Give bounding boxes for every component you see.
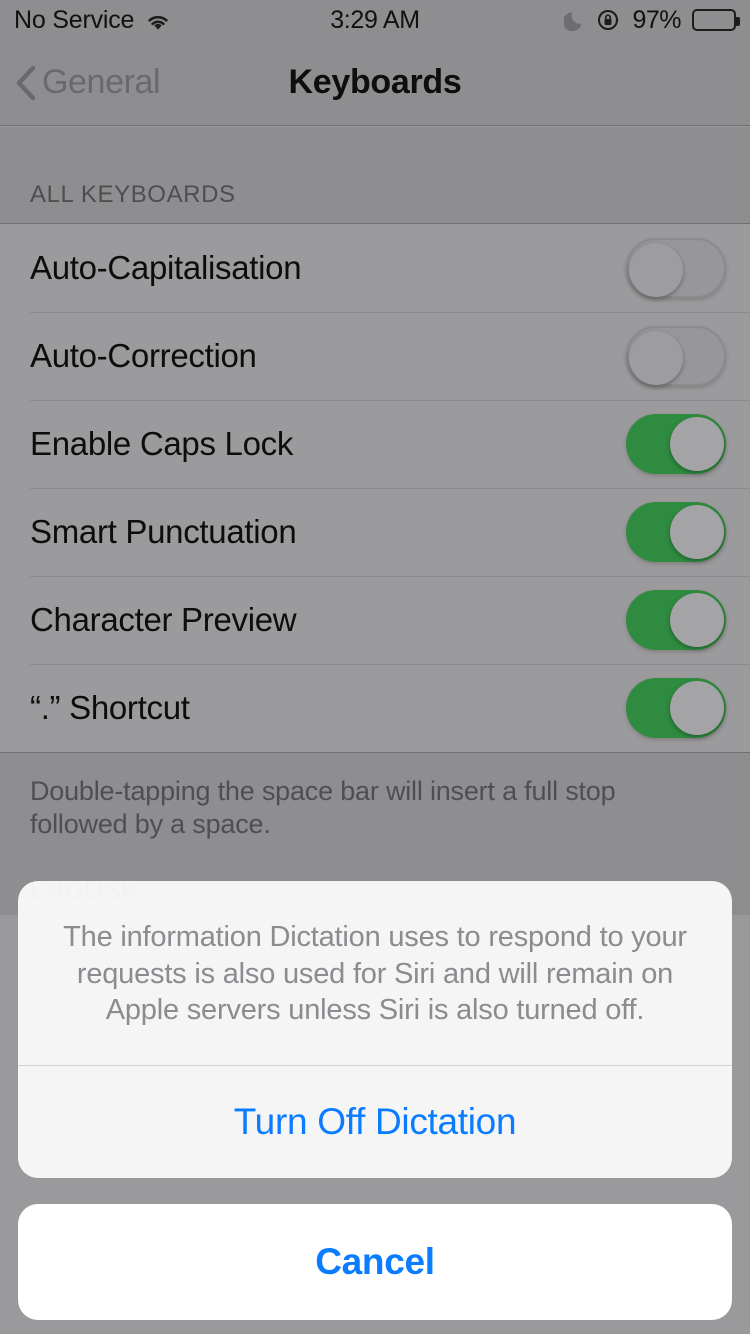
toggle-knob [629,243,683,297]
row-label: “.” Shortcut [30,689,190,726]
toggle-knob [670,681,724,735]
battery-percent-label: 97% [632,5,681,34]
toggle-period-shortcut[interactable] [626,678,726,738]
row-label: Auto-Capitalisation [30,249,302,286]
rotation-lock-icon [597,8,621,32]
toggle-character-preview[interactable] [626,590,726,650]
status-bar-left: No Service [14,6,171,35]
all-keyboards-list: Auto-Capitalisation Auto-Correction Enab… [0,223,750,753]
row-auto-correction[interactable]: Auto-Correction [0,312,750,400]
toggle-knob [670,593,724,647]
toggle-smart-punctuation[interactable] [626,502,726,562]
row-label: Character Preview [30,601,297,638]
section-footer-note: Double-tapping the space bar will insert… [0,753,750,841]
chevron-left-icon [14,63,36,103]
row-label: Auto-Correction [30,337,257,374]
status-bar: No Service 3:29 AM 97% [0,0,750,40]
toggle-enable-caps-lock[interactable] [626,414,726,474]
toggle-auto-correction[interactable] [626,326,726,386]
battery-icon [692,9,740,31]
row-label: Enable Caps Lock [30,425,294,462]
wifi-icon [145,10,171,30]
row-label: Smart Punctuation [30,513,297,550]
action-sheet-message: The information Dictation uses to respon… [63,921,687,1027]
action-sheet: The information Dictation uses to respon… [18,881,732,1320]
toggle-auto-capitalisation[interactable] [626,238,726,298]
toggle-knob [629,331,683,385]
row-period-shortcut[interactable]: “.” Shortcut [0,664,750,752]
turn-off-dictation-button[interactable]: Turn Off Dictation [18,1066,732,1178]
navigation-bar: General Keyboards [0,40,750,126]
row-enable-caps-lock[interactable]: Enable Caps Lock [0,400,750,488]
toggle-knob [670,505,724,559]
back-button-general[interactable]: General [0,63,161,103]
status-bar-right: 97% [563,5,740,35]
back-button-label: General [42,63,161,101]
do-not-disturb-moon-icon [563,9,586,32]
carrier-label: No Service [14,5,135,34]
row-auto-capitalisation[interactable]: Auto-Capitalisation [0,224,750,312]
row-character-preview[interactable]: Character Preview [0,576,750,664]
toggle-knob [670,417,724,471]
action-sheet-main-card: The information Dictation uses to respon… [18,881,732,1178]
section-header-all-keyboards: ALL KEYBOARDS [0,127,750,223]
row-smart-punctuation[interactable]: Smart Punctuation [0,488,750,576]
action-sheet-cancel-card: Cancel [18,1204,732,1320]
cancel-button[interactable]: Cancel [18,1204,732,1320]
